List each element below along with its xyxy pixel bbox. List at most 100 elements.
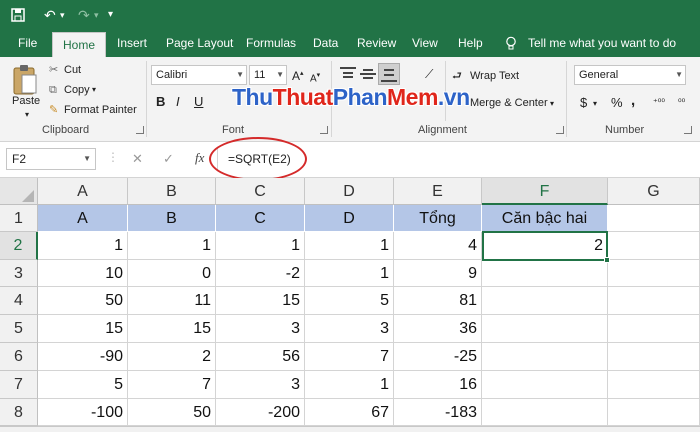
tab-page-layout[interactable]: Page Layout <box>166 30 233 57</box>
cell-b8[interactable]: 50 <box>128 399 216 426</box>
cell-a6[interactable]: -90 <box>38 343 128 371</box>
row-header-3[interactable]: 3 <box>0 260 38 287</box>
bold-icon[interactable]: B <box>156 95 165 109</box>
alignment-launcher-icon[interactable] <box>556 126 564 134</box>
cell-c4[interactable]: 15 <box>216 287 305 315</box>
format-painter-button[interactable]: Format Painter <box>64 103 137 117</box>
cell-f5[interactable] <box>482 315 608 343</box>
cell-c3[interactable]: -2 <box>216 260 305 287</box>
cell-g7[interactable] <box>608 371 700 399</box>
cell-b1[interactable]: B <box>128 205 216 232</box>
cancel-icon[interactable]: ✕ <box>132 151 143 167</box>
font-launcher-icon[interactable] <box>320 126 328 134</box>
tab-home[interactable]: Home <box>52 32 106 57</box>
font-name-dropdown[interactable]: Calibri ▼ <box>151 65 247 85</box>
redo-icon[interactable]: ↷ <box>78 6 90 24</box>
italic-icon[interactable]: I <box>176 95 180 109</box>
cell-e4[interactable]: 81 <box>394 287 482 315</box>
font-size-dropdown[interactable]: 11 ▼ <box>249 65 287 85</box>
paste-dropdown-icon[interactable]: ▾ <box>25 108 29 122</box>
cell-f8[interactable] <box>482 399 608 426</box>
number-format-dropdown[interactable]: General ▼ <box>574 65 686 85</box>
save-icon[interactable] <box>10 6 26 24</box>
row-header-5[interactable]: 5 <box>0 315 38 343</box>
cell-b6[interactable]: 2 <box>128 343 216 371</box>
cell-c5[interactable]: 3 <box>216 315 305 343</box>
tab-review[interactable]: Review <box>357 30 396 57</box>
cell-f3[interactable] <box>482 260 608 287</box>
cell-c6[interactable]: 56 <box>216 343 305 371</box>
cell-d6[interactable]: 7 <box>305 343 394 371</box>
cell-d7[interactable]: 1 <box>305 371 394 399</box>
cell-b2[interactable]: 1 <box>128 232 216 260</box>
cell-b3[interactable]: 0 <box>128 260 216 287</box>
align-middle-icon[interactable] <box>360 67 376 81</box>
cell-d4[interactable]: 5 <box>305 287 394 315</box>
paste-icon[interactable] <box>11 63 39 97</box>
cut-button[interactable]: Cut <box>64 63 81 77</box>
increase-font-icon[interactable]: A▴ <box>292 67 304 83</box>
align-top-icon[interactable] <box>340 67 356 81</box>
underline-icon[interactable]: U <box>194 95 203 109</box>
customize-qat-icon[interactable]: ▾ <box>108 6 113 24</box>
percent-button[interactable]: % <box>611 96 623 110</box>
cell-g5[interactable] <box>608 315 700 343</box>
column-header-d[interactable]: D <box>305 178 394 205</box>
column-header-a[interactable]: A <box>38 178 128 205</box>
cell-e3[interactable]: 9 <box>394 260 482 287</box>
cell-c7[interactable]: 3 <box>216 371 305 399</box>
insert-function-icon[interactable]: fx <box>195 150 204 166</box>
row-header-8[interactable]: 8 <box>0 399 38 426</box>
cell-g1[interactable] <box>608 205 700 232</box>
tab-insert[interactable]: Insert <box>117 30 147 57</box>
cell-a2[interactable]: 1 <box>38 232 128 260</box>
undo-dropdown-icon[interactable]: ▾ <box>60 6 65 24</box>
cell-f1[interactable]: Căn bậc hai <box>482 205 608 232</box>
cell-f4[interactable] <box>482 287 608 315</box>
undo-icon[interactable]: ↶ <box>44 6 56 24</box>
wrap-text-button[interactable]: Wrap Text <box>470 69 519 83</box>
clipboard-launcher-icon[interactable] <box>136 126 144 134</box>
row-header-7[interactable]: 7 <box>0 371 38 399</box>
cell-d8[interactable]: 67 <box>305 399 394 426</box>
cell-e2[interactable]: 4 <box>394 232 482 260</box>
increase-decimal-icon[interactable]: ⁺⁰⁰ <box>653 95 665 109</box>
row-header-6[interactable]: 6 <box>0 343 38 371</box>
cell-e6[interactable]: -25 <box>394 343 482 371</box>
tab-help[interactable]: Help <box>458 30 483 57</box>
cell-g2[interactable] <box>608 232 700 260</box>
row-header-4[interactable]: 4 <box>0 287 38 315</box>
cell-e1[interactable]: Tổng <box>394 205 482 232</box>
cell-a7[interactable]: 5 <box>38 371 128 399</box>
cell-a8[interactable]: -100 <box>38 399 128 426</box>
cell-g3[interactable] <box>608 260 700 287</box>
copy-button[interactable]: Copy <box>64 83 90 97</box>
currency-button[interactable]: $ <box>580 96 587 110</box>
comma-button[interactable]: , <box>631 93 635 108</box>
column-header-e[interactable]: E <box>394 178 482 205</box>
row-header-2[interactable]: 2 <box>0 232 38 260</box>
column-header-b[interactable]: B <box>128 178 216 205</box>
cell-c8[interactable]: -200 <box>216 399 305 426</box>
formula-bar-handle-icon[interactable]: ⋮ <box>107 150 119 164</box>
tab-file[interactable]: File <box>18 30 37 57</box>
merge-center-button[interactable]: Merge & Center <box>470 96 548 110</box>
cell-d5[interactable]: 3 <box>305 315 394 343</box>
tab-view[interactable]: View <box>412 30 438 57</box>
cell-e5[interactable]: 36 <box>394 315 482 343</box>
tab-formulas[interactable]: Formulas <box>246 30 296 57</box>
cell-e8[interactable]: -183 <box>394 399 482 426</box>
merge-dropdown-icon[interactable]: ▾ <box>550 97 554 111</box>
cell-g8[interactable] <box>608 399 700 426</box>
cell-b5[interactable]: 15 <box>128 315 216 343</box>
cell-a4[interactable]: 50 <box>38 287 128 315</box>
cell-f6[interactable] <box>482 343 608 371</box>
orientation-icon[interactable]: ⟋ <box>425 67 433 81</box>
cell-f7[interactable] <box>482 371 608 399</box>
cell-e7[interactable]: 16 <box>394 371 482 399</box>
cell-g6[interactable] <box>608 343 700 371</box>
tell-me-search[interactable]: Tell me what you want to do <box>528 30 676 57</box>
currency-dropdown-icon[interactable]: ▾ <box>593 97 597 111</box>
name-box[interactable]: F2 ▼ <box>6 148 96 170</box>
copy-dropdown-icon[interactable]: ▾ <box>92 83 96 97</box>
